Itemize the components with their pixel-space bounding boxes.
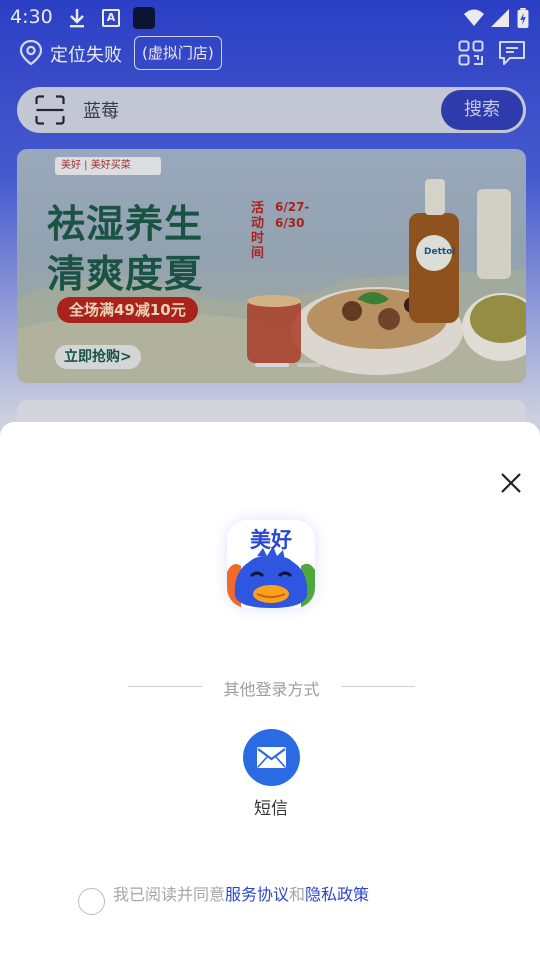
- login-bottom-sheet: 美好 其他登录方式 短信 我已阅读并同意服务协议和隐私政策: [0, 422, 540, 960]
- divider-line: [341, 686, 415, 687]
- agreement-text: 我已阅读并同意服务协议和隐私政策: [113, 881, 369, 905]
- agreement-checkbox[interactable]: [78, 888, 105, 915]
- close-icon[interactable]: [497, 469, 525, 497]
- other-login-divider: 其他登录方式: [128, 676, 415, 699]
- app-logo: 美好: [227, 520, 315, 608]
- sms-login-label[interactable]: 短信: [230, 794, 312, 819]
- sms-login-button[interactable]: [243, 729, 300, 786]
- privacy-policy-link[interactable]: 隐私政策: [305, 885, 369, 904]
- service-agreement-link[interactable]: 服务协议: [225, 885, 289, 904]
- other-login-label: 其他登录方式: [223, 680, 320, 699]
- agreement-row: 我已阅读并同意服务协议和隐私政策: [78, 878, 498, 915]
- agreement-prefix: 我已阅读并同意: [113, 885, 226, 904]
- agreement-and: 和: [289, 885, 306, 904]
- app-logo-text: 美好: [250, 528, 292, 552]
- mail-icon: [257, 747, 286, 768]
